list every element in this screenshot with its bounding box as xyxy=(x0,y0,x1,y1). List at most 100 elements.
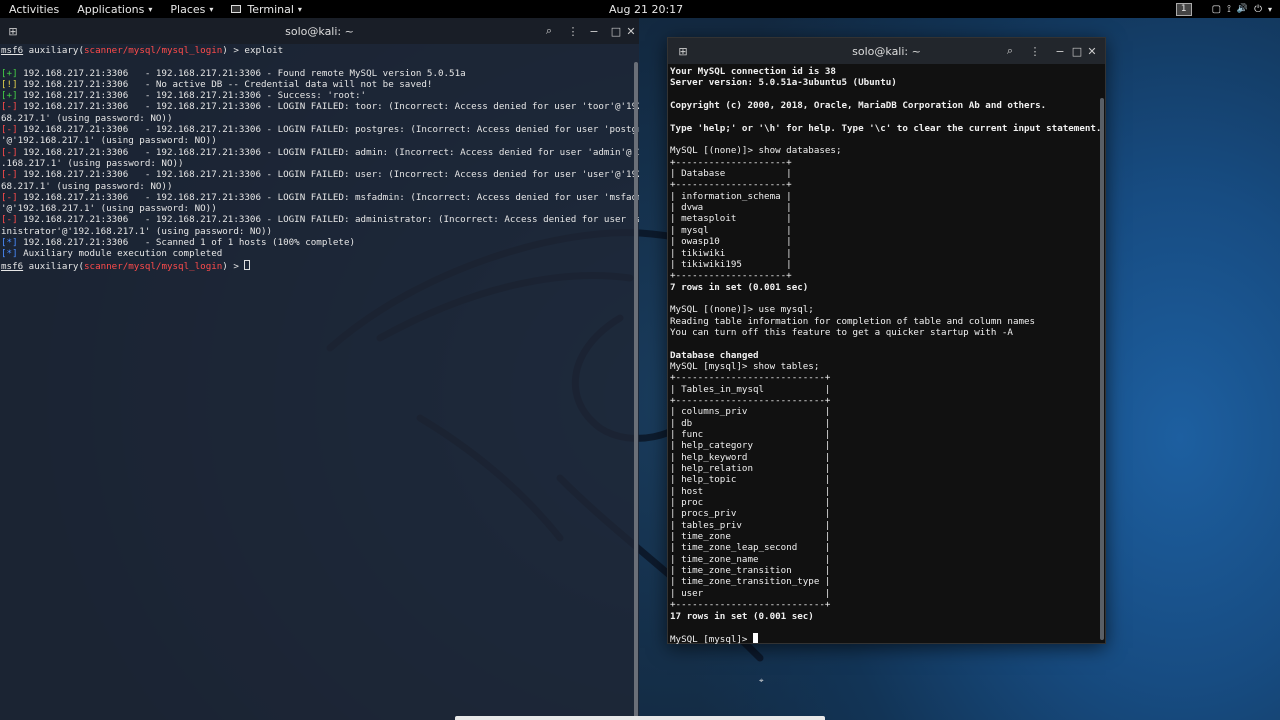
terminal-line: [-] 192.168.217.21:3306 - 192.168.217.21… xyxy=(1,169,639,180)
terminal-text: Copyright (c) 2000, 2018, Oracle, MariaD… xyxy=(670,100,1047,112)
terminal-line: | Tables_in_mysql | xyxy=(670,384,1105,395)
terminal-text: [-] xyxy=(1,169,18,181)
terminal-app-label: Terminal xyxy=(247,2,294,16)
terminal-text: MySQL [mysql]> xyxy=(670,634,753,646)
terminal-text: | time_zone_transition | xyxy=(670,565,831,577)
left-terminal-titlebar[interactable]: ⊞ solo@kali: ~ ⌕ ⋮ − □ ✕ xyxy=(0,18,639,44)
minimize-icon[interactable]: − xyxy=(587,24,601,38)
screen-icon[interactable]: ▢ xyxy=(1212,4,1221,15)
right-terminal-titlebar[interactable]: ⊞ solo@kali: ~ ⌕ ⋮ − □ ✕ xyxy=(668,38,1105,64)
activities-button[interactable]: Activities xyxy=(0,0,68,18)
right-terminal-scrollbar[interactable] xyxy=(1100,98,1104,640)
terminal-text: 192.168.217.21:3306 - 192.168.217.21:330… xyxy=(17,124,639,136)
terminal-line: | tikiwiki195 | xyxy=(670,259,1105,270)
search-icon[interactable]: ⌕ xyxy=(542,24,556,38)
chevron-down-icon: ▾ xyxy=(297,4,302,14)
terminal-line: [-] 192.168.217.21:3306 - 192.168.217.21… xyxy=(1,124,639,135)
chevron-down-icon[interactable]: ▾ xyxy=(1268,5,1272,14)
terminal-line: | host | xyxy=(670,486,1105,497)
applications-menu[interactable]: Applications ▾ xyxy=(68,0,161,18)
menu-icon[interactable]: ⋮ xyxy=(1028,44,1042,58)
workspace-indicator[interactable]: 1 xyxy=(1175,2,1192,16)
terminal-text: 192.168.217.21:3306 - Scanned 1 of 1 hos… xyxy=(17,237,356,249)
terminal-text: auxiliary( xyxy=(23,260,84,272)
terminal-line: | mysql | xyxy=(670,225,1105,236)
terminal-text: | metasploit | xyxy=(670,213,792,225)
network-icon[interactable]: ⟟ xyxy=(1227,4,1231,15)
volume-icon[interactable]: 🔊 xyxy=(1237,4,1248,14)
terminal-line: | time_zone_transition | xyxy=(670,565,1105,576)
terminal-text: +---------------------------+ xyxy=(670,394,831,406)
terminal-text: ) > exploit xyxy=(222,45,284,56)
terminal-line: MySQL [(none)]> show databases; xyxy=(670,145,1105,156)
left-terminal-window[interactable]: ⊞ solo@kali: ~ ⌕ ⋮ − □ ✕ msf6 auxiliary(… xyxy=(0,18,639,720)
terminal-text: 7 rows in set (0.001 sec) xyxy=(670,281,809,293)
menu-icon[interactable]: ⋮ xyxy=(566,24,580,38)
terminal-line: '@'192.168.217.1' (using password: NO)) xyxy=(1,135,639,146)
left-terminal-scrollbar[interactable] xyxy=(634,62,638,720)
terminal-line: | procs_priv | xyxy=(670,508,1105,519)
right-terminal-window[interactable]: ⊞ solo@kali: ~ ⌕ ⋮ − □ ✕ Your MySQL conn… xyxy=(667,37,1106,646)
terminal-text: '@'192.168.217.1' (using password: NO)) xyxy=(1,203,217,215)
close-icon[interactable]: ✕ xyxy=(624,24,638,38)
places-menu[interactable]: Places ▾ xyxy=(161,0,222,18)
terminal-text: +--------------------+ xyxy=(670,270,792,282)
maximize-icon[interactable]: □ xyxy=(609,24,623,38)
terminal-text: scanner/mysql/mysql_login xyxy=(84,260,223,272)
terminal-text: '@'192.168.217.1' (using password: NO)) xyxy=(1,135,217,147)
right-terminal-output[interactable]: Your MySQL connection id is 38 Server ver… xyxy=(668,64,1105,646)
terminal-text: | Tables_in_mysql | xyxy=(670,383,831,395)
terminal-line: [-] 192.168.217.21:3306 - 192.168.217.21… xyxy=(1,214,639,225)
activities-label: Activities xyxy=(9,2,60,16)
terminal-line: Your MySQL connection id is 38 xyxy=(670,66,1105,77)
applications-label: Applications xyxy=(77,2,145,16)
terminal-line: [!] 192.168.217.21:3306 - No active DB -… xyxy=(1,79,639,90)
terminal-line: | time_zone_name | xyxy=(670,554,1105,565)
terminal-text: Database changed xyxy=(670,349,759,361)
terminal-text: | time_zone_transition_type | xyxy=(670,576,831,588)
terminal-text: [-] xyxy=(1,214,18,226)
terminal-text: +---------------------------+ xyxy=(670,372,831,384)
terminal-line: | time_zone_transition_type | xyxy=(670,576,1105,587)
terminal-line: | user | xyxy=(670,588,1105,599)
terminal-line: +--------------------+ xyxy=(670,179,1105,190)
dock-indicator[interactable] xyxy=(455,716,825,720)
terminal-text: msf6 xyxy=(1,45,24,56)
terminal-text: | time_zone_name | xyxy=(670,553,831,565)
terminal-line: | owasp10 | xyxy=(670,236,1105,247)
terminal-line: 68.217.1' (using password: NO)) xyxy=(1,181,639,192)
close-icon[interactable]: ✕ xyxy=(1085,44,1099,58)
terminal-text: msf6 xyxy=(1,260,24,272)
terminal-app-menu[interactable]: Terminal ▾ xyxy=(222,0,311,18)
terminal-text: [*] xyxy=(1,248,18,260)
minimize-icon[interactable]: − xyxy=(1053,44,1067,58)
terminal-text: | tikiwiki | xyxy=(670,247,792,259)
terminal-line: | metasploit | xyxy=(670,213,1105,224)
left-terminal-output[interactable]: msf6 auxiliary(scanner/mysql/mysql_login… xyxy=(0,44,639,272)
mouse-pointer-icon: ⌖ xyxy=(759,676,764,685)
terminal-line: | help_relation | xyxy=(670,463,1105,474)
terminal-text: 192.168.217.21:3306 - 192.168.217.21:330… xyxy=(17,90,367,102)
terminal-text: [*] xyxy=(1,237,18,249)
terminal-text: 192.168.217.21:3306 - 192.168.217.21:330… xyxy=(17,169,639,181)
terminal-text: MySQL [(none)]> show databases; xyxy=(670,145,842,157)
terminal-line: +---------------------------+ xyxy=(670,395,1105,406)
places-label: Places xyxy=(170,2,206,16)
terminal-line: | help_topic | xyxy=(670,474,1105,485)
power-icon[interactable]: ⏻ xyxy=(1254,4,1262,15)
terminal-line: | db | xyxy=(670,418,1105,429)
maximize-icon[interactable]: □ xyxy=(1070,44,1084,58)
terminal-line: | Database | xyxy=(670,168,1105,179)
search-icon[interactable]: ⌕ xyxy=(1003,44,1017,58)
terminal-text: | help_category | xyxy=(670,440,831,452)
terminal-text: [+] xyxy=(1,90,18,102)
terminal-line: inistrator'@'192.168.217.1' (using passw… xyxy=(1,226,639,237)
terminal-text: [-] xyxy=(1,146,18,158)
terminal-line: Server version: 5.0.51a-3ubuntu5 (Ubuntu… xyxy=(670,77,1105,88)
terminal-line: [*] Auxiliary module execution completed xyxy=(1,248,639,259)
clock[interactable]: Aug 21 20:17 xyxy=(609,3,683,16)
